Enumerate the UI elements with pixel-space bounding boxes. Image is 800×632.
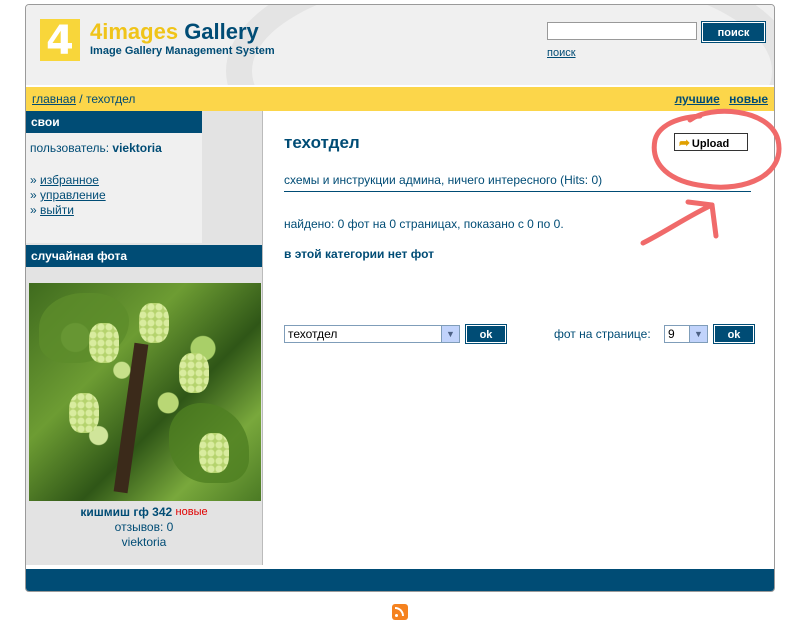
photo-vine — [113, 342, 149, 494]
bullet-icon: » — [30, 203, 37, 217]
photo-title-line: кишмиш гф 342 новые — [26, 505, 262, 520]
logo-digit: 4 — [46, 18, 74, 64]
photo-grape-bunch — [179, 353, 209, 393]
random-photo-heading: случайная фота — [26, 245, 262, 267]
per-page-label: фот на странице: — [554, 327, 651, 341]
category-title: техотдел — [284, 133, 360, 152]
photo-user[interactable]: viektoria — [26, 535, 262, 550]
upload-label: Upload — [691, 138, 730, 150]
advanced-search-link[interactable]: поиск — [547, 47, 576, 59]
upload-button[interactable]: ➦ Upload — [674, 133, 748, 151]
menu-item-favorites: » избранное — [30, 173, 202, 188]
per-page-select[interactable]: 9 ▼ — [664, 325, 708, 343]
category-select-value: техотдел — [288, 327, 338, 341]
breadcrumb-current: техотдел — [85, 92, 136, 106]
menu-item-logout: » выйти — [30, 203, 202, 218]
dropdown-arrow-icon[interactable]: ▼ — [441, 326, 459, 342]
search-button[interactable]: поиск — [701, 21, 766, 43]
user-line: пользователь: viektoria — [26, 133, 202, 159]
category-select[interactable]: техотдел ▼ — [284, 325, 460, 343]
user-label: пользователь: — [30, 141, 110, 155]
photo-grape-bunch — [199, 433, 229, 473]
user-panel-heading: свои — [26, 111, 202, 133]
photo-grape-bunch — [139, 303, 169, 343]
user-panel: пользователь: viektoria » избранное » уп… — [26, 133, 202, 243]
user-menu: » избранное » управление » выйти — [26, 159, 202, 243]
bullet-icon: » — [30, 188, 37, 202]
user-name: viektoria — [112, 141, 162, 155]
random-photo-image[interactable] — [29, 283, 261, 501]
new-badge: новые — [175, 506, 208, 518]
new-images-link[interactable]: новые — [729, 92, 768, 106]
control-panel-link[interactable]: управление — [40, 188, 106, 202]
logo-subtitle: Image Gallery Management System — [90, 45, 275, 57]
breadcrumb-separator: / — [75, 92, 86, 106]
upload-arrow-icon: ➦ — [679, 135, 690, 150]
per-page-ok-button[interactable]: ok — [713, 324, 755, 344]
breadcrumb-home-link[interactable]: главная — [32, 92, 76, 106]
top-links: лучшие новые — [669, 92, 768, 106]
menu-item-control: » управление — [30, 188, 202, 203]
navigation-bar: главная / техотдел лучшие новые — [26, 87, 774, 111]
bullet-icon: » — [30, 173, 37, 187]
divider — [284, 191, 751, 192]
results-summary: найдено: 0 фот на 0 страницах, показано … — [284, 217, 564, 231]
logo-mark[interactable]: 4 — [40, 18, 80, 64]
per-page-value: 9 — [668, 327, 675, 341]
site-header: 4 4images Gallery Image Gallery Manageme… — [26, 5, 774, 85]
logo-title[interactable]: 4images Gallery — [90, 19, 259, 45]
photo-title-link[interactable]: кишмиш гф 342 — [80, 505, 172, 519]
category-description: схемы и инструкции админа, ничего интере… — [284, 173, 603, 187]
main-content: техотдел ➦ Upload схемы и инструкции адми… — [284, 111, 764, 565]
photo-comments: отзывов: 0 — [114, 520, 174, 534]
footer-bar — [26, 569, 774, 591]
header-decoration — [226, 5, 774, 85]
rss-icon[interactable] — [392, 604, 408, 620]
top-images-link[interactable]: лучшие — [675, 92, 720, 106]
random-photo-caption: кишмиш гф 342 новые отзывов: 0 viektoria — [26, 505, 262, 550]
favorites-link[interactable]: избранное — [40, 173, 99, 187]
breadcrumb: главная / техотдел — [32, 92, 135, 106]
photo-grape-bunch — [69, 393, 99, 433]
dropdown-arrow-icon[interactable]: ▼ — [689, 326, 707, 342]
search-input[interactable] — [547, 22, 697, 40]
logo-title-a: 4images — [90, 19, 179, 44]
logout-link[interactable]: выйти — [40, 203, 74, 217]
sidebar: свои пользователь: viektoria » избранное… — [26, 111, 263, 565]
page-frame: 4 4images Gallery Image Gallery Manageme… — [25, 4, 775, 592]
category-ok-button[interactable]: ok — [465, 324, 507, 344]
empty-category-message: в этой категории нет фот — [284, 247, 434, 261]
photo-grape-bunch — [89, 323, 119, 363]
logo-title-b: Gallery — [184, 19, 259, 44]
